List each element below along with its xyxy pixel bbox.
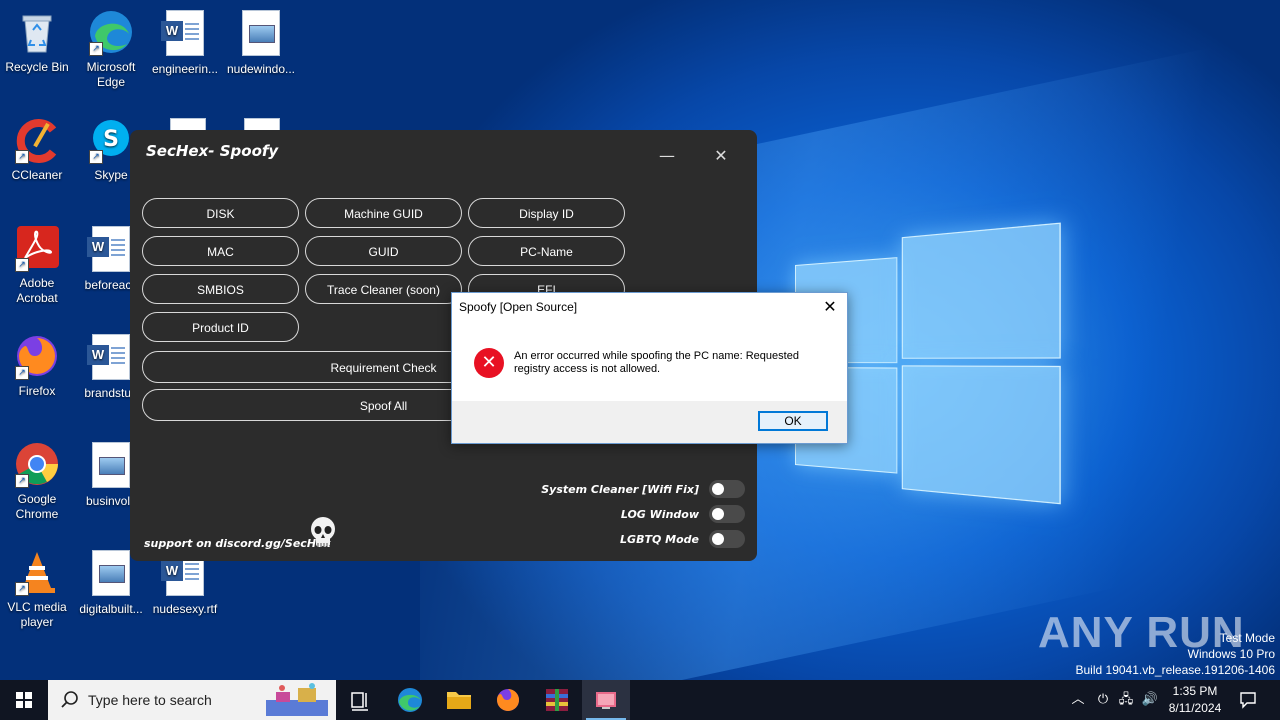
dialog-footer: OK: [452, 401, 847, 443]
taskbar-edge[interactable]: [386, 680, 434, 720]
desktop-icon-label: nudewindo...: [226, 62, 296, 76]
build-label: Build 19041.vb_release.191206-1406: [1075, 663, 1276, 677]
word-document-icon: W: [87, 334, 130, 380]
image-file-icon: [92, 550, 130, 596]
desktop-icon-label: engineerin...: [151, 62, 219, 76]
system-cleaner-label: System Cleaner [Wifi Fix]: [541, 482, 699, 496]
desktop-icon-firefox[interactable]: ↗ Firefox: [0, 332, 74, 399]
taskbar-winrar[interactable]: [533, 680, 581, 720]
taskbar-file-explorer[interactable]: [435, 680, 483, 720]
recycle-bin-icon: [22, 15, 52, 53]
notification-icon[interactable]: [1238, 690, 1258, 710]
dialog-close-button[interactable]: ✕: [819, 296, 841, 318]
support-link[interactable]: support on discord.gg/SecHex: [144, 537, 331, 550]
display-id-button[interactable]: Display ID: [468, 198, 625, 228]
desktop-icon-google-chrome[interactable]: ↗ Google Chrome: [0, 440, 74, 522]
error-icon: ✕: [474, 348, 504, 378]
desktop-icon-label: Google Chrome: [15, 492, 59, 521]
test-mode-notice: Test Mode Windows 10 Pro Build 19041.vb_…: [1076, 630, 1276, 678]
dialog-body: ✕ An error occurred while spoofing the P…: [452, 323, 847, 401]
taskbar-spoofy[interactable]: [582, 680, 630, 720]
trace-cleaner-button[interactable]: Trace Cleaner (soon): [305, 274, 462, 304]
mac-button[interactable]: MAC: [142, 236, 299, 266]
desktop-icon-label: VLC media player: [7, 600, 67, 629]
taskbar: Type here to search ︿ ⏻ 🖧 🔊 1:35 PM 8/11…: [0, 680, 1280, 720]
taskbar-search-box[interactable]: Type here to search: [48, 680, 336, 720]
search-highlight-icon: [266, 683, 328, 716]
error-dialog: Spoofy [Open Source] ✕ ✕ An error occurr…: [451, 292, 848, 444]
winrar-icon: [546, 689, 568, 711]
image-file-icon: [92, 442, 130, 488]
log-window-toggle[interactable]: [709, 505, 745, 523]
word-document-icon: W: [87, 226, 130, 272]
pc-name-button[interactable]: PC-Name: [468, 236, 625, 266]
skull-icon: [311, 517, 335, 547]
desktop-icon-label: nudesexy.rtf: [152, 602, 218, 616]
desktop-icon-label: Microsoft Edge: [86, 60, 136, 89]
search-icon: [61, 691, 78, 708]
product-id-button[interactable]: Product ID: [142, 312, 299, 342]
system-cleaner-toggle[interactable]: [709, 480, 745, 498]
windows-edition-label: Windows 10 Pro: [1187, 647, 1275, 661]
edge-icon: [398, 688, 422, 712]
notification-center-icon: [1240, 692, 1256, 709]
system-cleaner-toggle-row: System Cleaner [Wifi Fix]: [541, 479, 745, 499]
lgbtq-mode-toggle-row: LGBTQ Mode: [620, 529, 745, 549]
ok-button[interactable]: OK: [758, 411, 828, 431]
desktop-icon-label: Skype: [94, 168, 128, 182]
desktop-icon-label: Recycle Bin: [5, 60, 69, 74]
window-title: SecHex- Spoofy: [146, 142, 279, 160]
desktop-icon-label: CCleaner: [11, 168, 63, 182]
task-view-icon: [351, 692, 368, 711]
desktop-icon-adobe-acrobat[interactable]: ↗ Adobe Acrobat: [0, 224, 74, 306]
windows-start-icon: [16, 692, 32, 708]
desktop-icon-label: Adobe Acrobat: [16, 276, 58, 305]
smbios-button[interactable]: SMBIOS: [142, 274, 299, 304]
start-button[interactable]: [0, 680, 48, 720]
taskbar-firefox[interactable]: [484, 680, 532, 720]
dialog-message: An error occurred while spoofing the PC …: [514, 350, 799, 375]
log-window-toggle-row: LOG Window: [621, 504, 745, 524]
test-mode-label: Test Mode: [1219, 631, 1275, 645]
desktop-icon-label: digitalbuilt...: [79, 602, 143, 616]
tray-overflow-icon[interactable]: ︿: [1068, 690, 1088, 710]
machine-guid-button[interactable]: Machine GUID: [305, 198, 462, 228]
word-document-icon: W: [161, 10, 204, 56]
guid-button[interactable]: GUID: [305, 236, 462, 266]
network-icon[interactable]: 🖧: [1116, 690, 1136, 710]
desktop-icon-engineerin[interactable]: W engineerin...: [148, 8, 222, 77]
desktop-icon-edge[interactable]: ↗ Microsoft Edge: [74, 8, 148, 90]
clock-date: 8/11/2024: [1168, 701, 1222, 715]
lgbtq-mode-label: LGBTQ Mode: [620, 532, 699, 546]
close-button[interactable]: ✕: [706, 144, 736, 168]
minimize-button[interactable]: —: [652, 144, 682, 168]
desktop-icon-nudewindo[interactable]: nudewindo...: [224, 8, 298, 77]
log-window-label: LOG Window: [620, 507, 699, 521]
spoofy-app-icon: [596, 692, 616, 709]
desktop-icon-label: businvolv: [85, 494, 137, 508]
desktop-icon-vlc[interactable]: ↗ VLC media player: [0, 548, 74, 630]
image-file-icon: [242, 10, 280, 56]
desktop-icon-ccleaner[interactable]: ↗ CCleaner: [0, 116, 74, 183]
tray-device-icon[interactable]: ⏻: [1093, 690, 1113, 710]
folder-icon: [447, 692, 471, 709]
firefox-icon: [497, 689, 519, 711]
task-view-button[interactable]: [336, 680, 384, 720]
svg-text:S: S: [103, 127, 119, 152]
lgbtq-mode-toggle[interactable]: [709, 530, 745, 548]
dialog-title: Spoofy [Open Source]: [459, 300, 578, 314]
taskbar-clock[interactable]: 1:35 PM 8/11/2024: [1160, 683, 1230, 717]
disk-button[interactable]: DISK: [142, 198, 299, 228]
desktop-icon-recycle-bin[interactable]: Recycle Bin: [0, 8, 74, 75]
search-placeholder: Type here to search: [88, 692, 212, 708]
desktop-icon-label: Firefox: [18, 384, 56, 398]
volume-icon[interactable]: 🔊: [1140, 690, 1160, 710]
clock-time: 1:35 PM: [1172, 684, 1218, 698]
